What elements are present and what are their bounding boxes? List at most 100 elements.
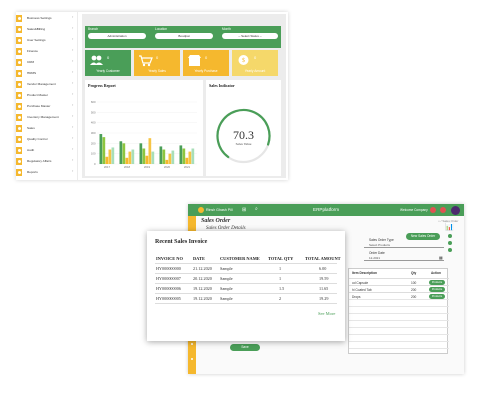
y-tick-label: 300 [91, 131, 96, 135]
empty-row-line [349, 313, 449, 314]
sidebar-item[interactable]: Finance › [16, 47, 78, 56]
sidebar-item[interactable]: Business Settings › [16, 14, 78, 23]
chart-bar [142, 148, 146, 164]
chart-bar [131, 149, 135, 164]
order-type-label: Sales Order Type [369, 238, 394, 242]
chart-bar [125, 157, 129, 164]
progress-chart: 0 100 200 300 400 500 600 2017 2018 2019 2020 2021 [91, 100, 197, 169]
order-date-input[interactable]: 12-2021 [364, 256, 444, 261]
side-action-icon-2[interactable] [448, 241, 452, 245]
new-sales-order-button[interactable]: New Sales Order [406, 233, 440, 240]
item-qty: 200 [411, 294, 417, 299]
stat-card-value: 0 [205, 55, 208, 60]
save-button[interactable]: Save [230, 344, 260, 351]
chart-bar [182, 148, 186, 164]
branch-label: Branch [88, 27, 99, 31]
chevron-right-icon: › [72, 125, 74, 130]
chevron-right-icon: › [72, 92, 74, 97]
dashboard-screenshot: Business Settings › Sales&Billing › User Set… [16, 12, 288, 180]
empty-row-line [349, 348, 449, 349]
recent-sales-invoice-popup: Recent Sales Invoice INVOICE NO DATE CUSTO… [147, 231, 345, 341]
sidebar-item-label: Sales [27, 125, 35, 130]
chart-bar [162, 149, 166, 164]
sidebar-item[interactable]: Vendor Management › [16, 80, 78, 89]
sidebar-item[interactable]: Quality Control › [16, 135, 78, 144]
sidebar-item-icon [16, 158, 22, 166]
sidebar: Business Settings › Sales&Billing › User Set… [16, 12, 78, 180]
table-header: Item Description [352, 271, 377, 275]
chart-icon[interactable]: 📊 [445, 223, 454, 231]
sidebar-item-icon [16, 136, 22, 144]
sidebar-item[interactable]: Purchase Master › [16, 102, 78, 111]
chart-bar [171, 150, 175, 164]
stat-card-label: Yearly Customer [96, 69, 120, 73]
sidebar-item[interactable]: Sales&Billing › [16, 25, 78, 34]
users-icon [88, 53, 105, 67]
notification-icon[interactable] [430, 207, 436, 213]
brand-logo-icon [198, 207, 204, 213]
sidebar-item-label: Inventory Management [27, 114, 59, 119]
order-date-label: Order Date [369, 251, 385, 255]
see-more-link[interactable]: See More [318, 311, 335, 316]
search-icon[interactable]: ⌕ [255, 206, 258, 212]
chart-bar [119, 141, 123, 164]
branch-select[interactable]: Administration [88, 32, 146, 39]
item-qty: 100 [411, 280, 417, 285]
sidebar-item-label: Reports [27, 169, 38, 174]
chevron-right-icon: › [72, 103, 74, 108]
alert-icon[interactable] [440, 207, 446, 213]
row-separator [155, 303, 337, 304]
x-tick-label: 2018 [124, 165, 131, 169]
sidebar-item[interactable]: User Settings › [16, 36, 78, 45]
sidebar-item[interactable]: Reports › [16, 168, 78, 177]
chart-bar [185, 157, 189, 164]
popup-cell-customer: Sample [220, 276, 233, 281]
avatar[interactable] [451, 206, 460, 215]
month-select[interactable]: -- Select Status -- [222, 32, 278, 39]
table-row: Drops 200 Products [349, 292, 449, 299]
sidebar-item-icon [16, 81, 22, 89]
top-nav-bar: Rinsh Ghash Pill ⊞ ⌕ ERPplatform Welcome… [188, 204, 464, 216]
popup-cell-amount: 19.59 [319, 276, 329, 281]
sidebar-item-icon [16, 48, 22, 56]
money-icon: $ [235, 53, 252, 67]
order-type-select[interactable]: Select Products [364, 243, 444, 248]
sidebar-item[interactable]: CRM › [16, 58, 78, 67]
sidebar-item-icon [16, 70, 22, 78]
location-label: Location [155, 27, 168, 31]
chart-bar [188, 151, 192, 164]
table-row: od Capsule 100 Products [349, 278, 449, 285]
grid-menu-icon[interactable]: ⊞ [242, 207, 246, 213]
table-header: Action [431, 271, 441, 275]
item-description: Drops [352, 294, 361, 299]
x-tick-label: 2019 [144, 165, 151, 169]
side-action-icon-3[interactable] [448, 248, 452, 252]
sidebar-item[interactable]: Sales › [16, 124, 78, 133]
popup-cell-amount: 6.00 [319, 266, 327, 271]
sidebar-item[interactable]: HRMS › [16, 69, 78, 78]
y-tick-label: 0 [94, 162, 96, 166]
location-select[interactable]: Boudpat [155, 32, 213, 39]
y-tick-label: 100 [91, 152, 96, 156]
progress-report-panel: Progress Report 0 100 200 300 400 500 600 2017 2… [85, 80, 203, 176]
chart-bar [128, 151, 132, 164]
nav-icon[interactable] [190, 356, 195, 361]
side-action-icon[interactable] [448, 234, 452, 238]
chart-bar [159, 146, 163, 164]
sales-value: 70.3 [233, 128, 254, 142]
sidebar-item-icon [16, 26, 22, 34]
y-tick-label: 400 [91, 121, 96, 125]
sidebar-item[interactable]: Inventory Management › [16, 113, 78, 122]
popup-cell-qty: 1 [279, 276, 282, 281]
sidebar-item[interactable]: Regulatory Affairs › [16, 157, 78, 166]
sidebar-item[interactable]: Product Master › [16, 91, 78, 100]
sidebar-item-label: Regulatory Affairs [27, 158, 52, 163]
nav-icon[interactable] [190, 341, 195, 346]
sidebar-item[interactable]: Audit › [16, 146, 78, 155]
sidebar-item-icon [16, 37, 22, 45]
calendar-icon[interactable]: ▦ [439, 255, 443, 260]
empty-row-line [349, 327, 449, 328]
chart-bar [139, 143, 143, 164]
sidebar-item-icon [16, 114, 22, 122]
sidebar-item-icon [16, 147, 22, 155]
